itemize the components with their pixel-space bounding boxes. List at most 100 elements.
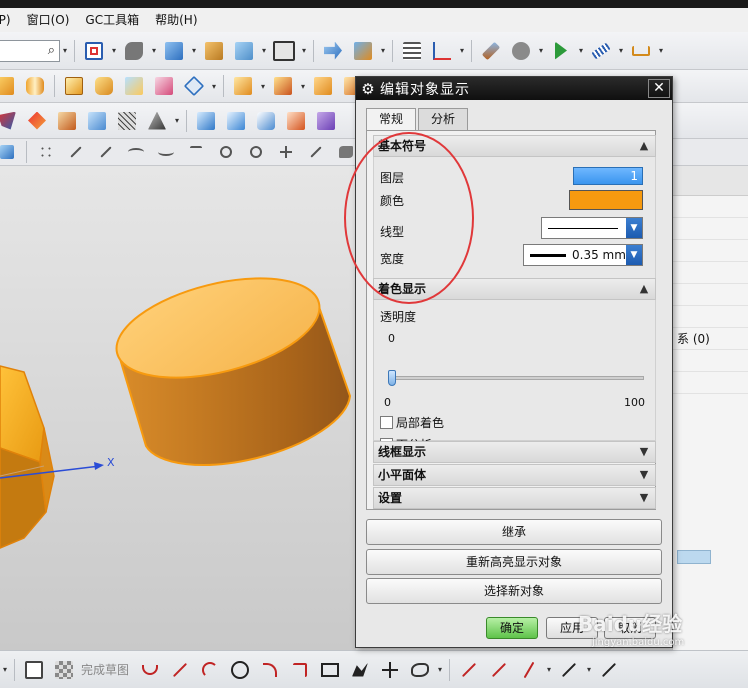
partial-shading-checkbox-row[interactable]: 局部着色: [380, 414, 444, 431]
chevron-down-icon[interactable]: ▾: [576, 46, 586, 55]
trim-curve-button[interactable]: [303, 140, 329, 164]
circle-button[interactable]: [213, 140, 239, 164]
menu-item-gc-toolbox[interactable]: GC工具箱: [77, 8, 147, 32]
group-header-basic-symbols[interactable]: 基本符号 ▲: [373, 135, 656, 157]
gear-icon[interactable]: ⚙: [356, 80, 380, 98]
chevron-down-icon[interactable]: ▾: [298, 82, 308, 91]
sketch-point-button[interactable]: [377, 658, 403, 682]
menu-item-window[interactable]: 窗口(O): [19, 8, 78, 32]
part-navigator-button[interactable]: [399, 39, 425, 63]
menu-item-help[interactable]: 帮助(H): [147, 8, 205, 32]
dimension-button[interactable]: [628, 39, 654, 63]
studio-spline-button[interactable]: [407, 658, 433, 682]
transparency-slider-track[interactable]: [388, 376, 644, 380]
thicken-button[interactable]: [84, 109, 110, 133]
navigator-row[interactable]: [673, 284, 748, 306]
menu-item-p[interactable]: (P): [0, 8, 19, 32]
through-curves-button[interactable]: [193, 109, 219, 133]
group-header-faceted-body[interactable]: 小平面体 ▼: [373, 464, 656, 486]
intersect-button[interactable]: [310, 74, 336, 98]
chevron-down-icon[interactable]: ▾: [149, 46, 159, 55]
offset-face-button[interactable]: [54, 109, 80, 133]
line-button[interactable]: [63, 140, 89, 164]
chamfer-sketch-button[interactable]: [287, 658, 313, 682]
close-icon[interactable]: ✕: [648, 79, 670, 98]
chevron-down-icon[interactable]: ▾: [584, 665, 594, 674]
navigator-row[interactable]: [673, 372, 748, 394]
transform-button[interactable]: [350, 39, 376, 63]
chevron-down-icon[interactable]: ▾: [209, 82, 219, 91]
finish-sketch-button[interactable]: [51, 658, 77, 682]
chevron-down-icon[interactable]: ▾: [656, 46, 666, 55]
sketch-arc-button[interactable]: [197, 658, 223, 682]
divide-face-button[interactable]: [144, 109, 170, 133]
chevron-down-icon[interactable]: ▾: [378, 46, 388, 55]
chevron-down-icon[interactable]: ▾: [435, 665, 445, 674]
chevron-down-icon[interactable]: ▼: [635, 443, 653, 461]
chevron-down-icon[interactable]: ▾: [616, 46, 626, 55]
move-object-button[interactable]: [320, 39, 346, 63]
orient-view-button[interactable]: [121, 39, 147, 63]
render-style-button[interactable]: [161, 39, 187, 63]
transparency-slider-thumb[interactable]: [388, 370, 396, 386]
sweep-button[interactable]: [0, 109, 20, 133]
chevron-down-icon[interactable]: ▾: [544, 665, 554, 674]
mirror-curve-button[interactable]: [596, 658, 622, 682]
point-set-button[interactable]: [33, 140, 59, 164]
chevron-down-icon[interactable]: ▾: [0, 665, 10, 674]
navigator-row[interactable]: [673, 196, 748, 218]
navigator-row-wcs[interactable]: 系 (0): [673, 328, 748, 350]
measure-button[interactable]: [588, 39, 614, 63]
perpendicular-button[interactable]: [183, 140, 209, 164]
color-swatch[interactable]: [569, 190, 643, 210]
chevron-down-icon[interactable]: ▾: [299, 46, 309, 55]
profile-button[interactable]: [137, 658, 163, 682]
background-button[interactable]: [271, 39, 297, 63]
play-button[interactable]: [548, 39, 574, 63]
navigator-row[interactable]: [673, 350, 748, 372]
wave-curve-button[interactable]: [153, 140, 179, 164]
chevron-up-icon[interactable]: ▲: [635, 280, 653, 298]
feature-box-button[interactable]: [0, 74, 18, 98]
analysis-button[interactable]: [478, 39, 504, 63]
group-header-wireframe[interactable]: 线框显示 ▼: [373, 441, 656, 463]
polygon-button[interactable]: [347, 658, 373, 682]
quick-trim-button[interactable]: [456, 658, 482, 682]
tab-analysis[interactable]: 分析: [418, 108, 469, 130]
navigator-row[interactable]: [673, 306, 748, 328]
group-header-settings[interactable]: 设置 ▼: [373, 487, 656, 509]
sketch-button[interactable]: [21, 658, 47, 682]
chevron-down-icon[interactable]: ▾: [258, 82, 268, 91]
n-sided-surface-button[interactable]: [253, 109, 279, 133]
chevron-down-icon[interactable]: ▼: [635, 489, 653, 507]
select-new-objects-button[interactable]: 选择新对象: [366, 578, 662, 604]
graphics-window[interactable]: X: [0, 166, 356, 650]
spline-button[interactable]: [123, 140, 149, 164]
chevron-down-icon[interactable]: ▾: [259, 46, 269, 55]
block-body[interactable]: [0, 365, 55, 549]
cross-point-button[interactable]: [273, 140, 299, 164]
extrude-button[interactable]: [61, 74, 87, 98]
width-select[interactable]: 0.35 mm ▼: [523, 244, 643, 266]
chevron-up-icon[interactable]: ▲: [635, 137, 653, 155]
inherit-button[interactable]: 继承: [366, 519, 662, 545]
navigator-row[interactable]: [673, 240, 748, 262]
command-search-field[interactable]: ⌕: [0, 39, 60, 62]
chevron-down-icon[interactable]: ▾: [457, 46, 467, 55]
studio-surface-button[interactable]: [223, 109, 249, 133]
mesh-surface-button[interactable]: [114, 109, 140, 133]
chevron-down-icon[interactable]: ▾: [189, 46, 199, 55]
sketch-line-button[interactable]: [167, 658, 193, 682]
navigator-row[interactable]: [673, 262, 748, 284]
wcs-button[interactable]: [429, 39, 455, 63]
bridge-surface-button[interactable]: [283, 109, 309, 133]
chamfer-button[interactable]: [151, 74, 177, 98]
quick-extend-button[interactable]: [486, 658, 512, 682]
fillet-button[interactable]: [257, 658, 283, 682]
chevron-down-icon[interactable]: ▾: [109, 46, 119, 55]
offset-curve-button[interactable]: [556, 658, 582, 682]
fit-view-button[interactable]: [81, 39, 107, 63]
subtract-button[interactable]: [270, 74, 296, 98]
chevron-down-icon[interactable]: ▾: [536, 46, 546, 55]
chevron-down-icon[interactable]: ▼: [626, 218, 642, 238]
